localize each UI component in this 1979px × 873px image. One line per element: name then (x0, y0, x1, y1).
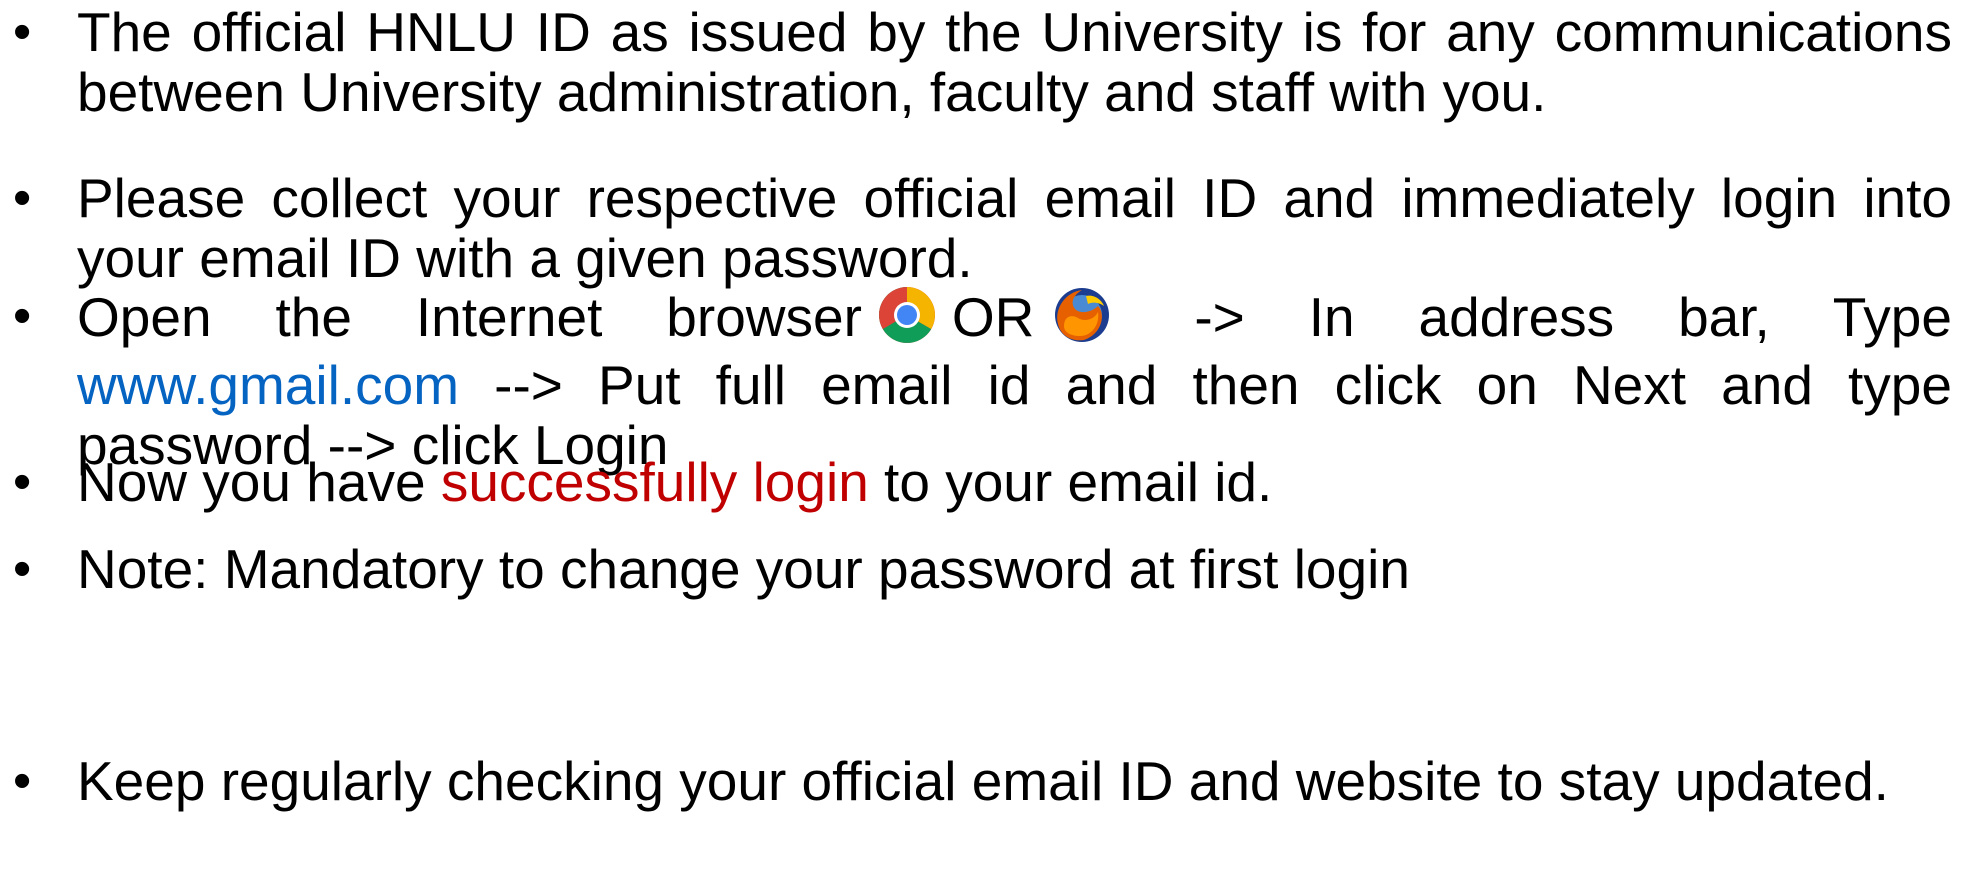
bullet-text: The official HNLU ID as issued by the Un… (77, 1, 1952, 123)
bullet-marker: • (13, 3, 32, 61)
bullet-marker: • (13, 540, 32, 598)
bullet-text: Please collect your respective official … (77, 167, 1952, 289)
instruction-text-part2: -> In address bar, Type (1130, 286, 1952, 348)
slide: • The official HNLU ID as issued by the … (0, 0, 1979, 873)
instruction-text-part1: Open the Internet browser (77, 286, 862, 348)
bullet-text: Keep regularly checking your official em… (77, 750, 1889, 812)
success-text-part1: Now you have (77, 451, 441, 513)
bullet-text: Note: Mandatory to change your password … (77, 538, 1410, 600)
firefox-icon (1050, 286, 1114, 355)
bullet-text: Open the Internet browser OR -> In addres… (77, 286, 1952, 475)
chrome-icon (878, 286, 936, 355)
success-highlight: successfully login (440, 451, 869, 513)
gmail-link[interactable]: www.gmail.com (77, 354, 459, 416)
bullet-marker: • (13, 752, 32, 810)
success-text-part2: to your email id. (868, 451, 1273, 513)
bullet-marker: • (13, 287, 32, 345)
bullet-text: Now you have successfully login to your … (77, 452, 1952, 512)
bullet-marker: • (13, 169, 32, 227)
bullet-marker: • (13, 453, 32, 511)
or-word: OR (951, 286, 1035, 348)
